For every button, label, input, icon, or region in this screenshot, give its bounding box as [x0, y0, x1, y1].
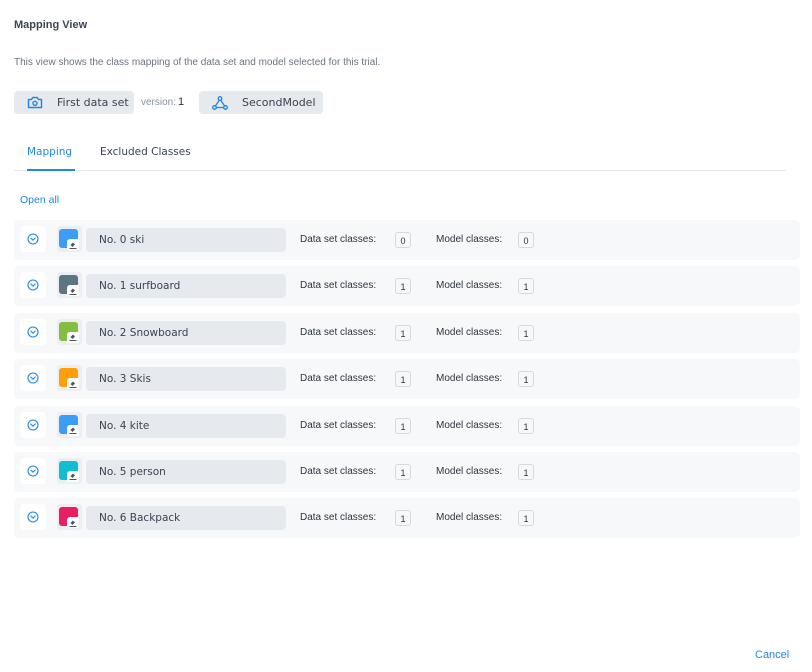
paint-bucket-icon — [67, 470, 79, 482]
active-tab-indicator — [27, 169, 75, 171]
dataset-classes-count: 1 — [395, 278, 411, 295]
model-classes-count: 1 — [518, 324, 534, 341]
dataset-chip[interactable]: First data set — [14, 91, 134, 114]
expand-row-button[interactable] — [20, 411, 46, 438]
class-name-field[interactable]: No. 3 Skis — [86, 367, 286, 392]
expand-row-button[interactable] — [20, 365, 46, 392]
expand-row-button[interactable] — [20, 457, 46, 484]
expand-row-button[interactable] — [20, 272, 46, 299]
class-name-field[interactable]: No. 5 person — [86, 459, 286, 484]
model-classes-label: Model classes: — [436, 326, 503, 338]
expand-row-button[interactable] — [20, 318, 46, 345]
class-name-field[interactable]: No. 6 Backpack — [86, 506, 286, 531]
chevron-down-circle-icon — [27, 465, 39, 477]
class-mapping-row: No. 1 surfboard Data set classes: 1 Mode… — [14, 266, 800, 307]
model-classes-count: 0 — [518, 232, 534, 248]
tab-mapping[interactable]: Mapping — [27, 146, 72, 158]
model-classes-label: Model classes: — [436, 280, 503, 292]
class-name-field[interactable]: No. 4 kite — [86, 413, 286, 438]
dataset-classes-count: 1 — [395, 510, 411, 527]
class-mapping-row: No. 4 kite Data set classes: 1 Model cla… — [14, 405, 800, 446]
dataset-classes-label: Data set classes: — [300, 280, 377, 292]
class-mapping-row: No. 6 Backpack Data set classes: 1 Model… — [14, 498, 800, 539]
dataset-classes-count: 1 — [395, 417, 411, 434]
model-classes-label: Model classes: — [436, 512, 503, 524]
version-label: version: — [141, 97, 177, 108]
dataset-classes-label: Data set classes: — [300, 419, 377, 431]
model-classes-count: 1 — [518, 417, 534, 434]
model-classes-count: 1 — [518, 463, 534, 480]
class-name-field[interactable]: No. 2 Snowboard — [86, 320, 286, 345]
model-classes-count: 1 — [518, 278, 534, 295]
dataset-classes-label: Data set classes: — [300, 465, 377, 477]
model-classes-label: Model classes: — [436, 465, 503, 477]
expand-row-button[interactable] — [20, 226, 46, 252]
model-classes-label: Model classes: — [436, 419, 503, 431]
camera-icon — [27, 96, 43, 109]
tab-excluded-classes[interactable]: Excluded Classes — [100, 146, 191, 158]
paint-bucket-icon — [67, 239, 79, 250]
model-network-icon — [212, 95, 228, 110]
class-mapping-row: No. 5 person Data set classes: 1 Model c… — [14, 451, 800, 492]
model-chip[interactable]: SecondModel — [199, 91, 323, 114]
chevron-down-circle-icon — [27, 233, 39, 245]
class-color-picker[interactable] — [57, 411, 82, 438]
class-color-picker[interactable] — [57, 504, 82, 531]
cancel-button[interactable]: Cancel — [755, 649, 789, 661]
paint-bucket-icon — [67, 424, 79, 436]
version-info: version: 1 — [141, 96, 184, 108]
class-mapping-row: No. 0 ski Data set classes: 0 Model clas… — [14, 220, 800, 260]
class-color-picker[interactable] — [57, 365, 82, 392]
class-color-picker[interactable] — [57, 457, 82, 484]
dataset-classes-count: 1 — [395, 463, 411, 480]
chevron-down-circle-icon — [27, 279, 39, 291]
chevron-down-circle-icon — [27, 372, 39, 384]
version-value: 1 — [178, 96, 185, 108]
class-color-picker[interactable] — [57, 318, 82, 345]
dataset-classes-label: Data set classes: — [300, 326, 377, 338]
class-color-picker[interactable] — [57, 272, 82, 299]
model-classes-count: 1 — [518, 510, 534, 527]
model-classes-label: Model classes: — [436, 234, 503, 245]
chevron-down-circle-icon — [27, 511, 39, 523]
dataset-classes-label: Data set classes: — [300, 512, 377, 524]
dataset-classes-count: 1 — [395, 371, 411, 388]
class-mapping-row: No. 3 Skis Data set classes: 1 Model cla… — [14, 359, 800, 400]
tab-bar: Mapping Excluded Classes — [14, 137, 786, 171]
chevron-down-circle-icon — [27, 419, 39, 431]
class-mapping-list: No. 0 ski Data set classes: 0 Model clas… — [14, 220, 800, 545]
class-name-field[interactable]: No. 1 surfboard — [86, 274, 286, 299]
paint-bucket-icon — [67, 285, 79, 297]
class-mapping-row: No. 2 Snowboard Data set classes: 1 Mode… — [14, 312, 800, 353]
model-classes-label: Model classes: — [436, 373, 503, 385]
dataset-classes-count: 0 — [395, 232, 411, 248]
class-name-field[interactable]: No. 0 ski — [86, 228, 286, 252]
dataset-classes-label: Data set classes: — [300, 234, 377, 245]
model-chip-label: SecondModel — [242, 96, 316, 109]
paint-bucket-icon — [67, 517, 79, 529]
class-color-picker[interactable] — [57, 226, 82, 252]
expand-row-button[interactable] — [20, 504, 46, 531]
paint-bucket-icon — [67, 378, 79, 390]
dataset-chip-label: First data set — [57, 96, 129, 109]
open-all-link[interactable]: Open all — [20, 194, 59, 206]
paint-bucket-icon — [67, 331, 79, 343]
chevron-down-circle-icon — [27, 326, 39, 338]
dataset-classes-label: Data set classes: — [300, 373, 377, 385]
page-title: Mapping View — [14, 19, 88, 31]
dataset-classes-count: 1 — [395, 324, 411, 341]
model-classes-count: 1 — [518, 371, 534, 388]
page-description: This view shows the class mapping of the… — [14, 57, 381, 68]
